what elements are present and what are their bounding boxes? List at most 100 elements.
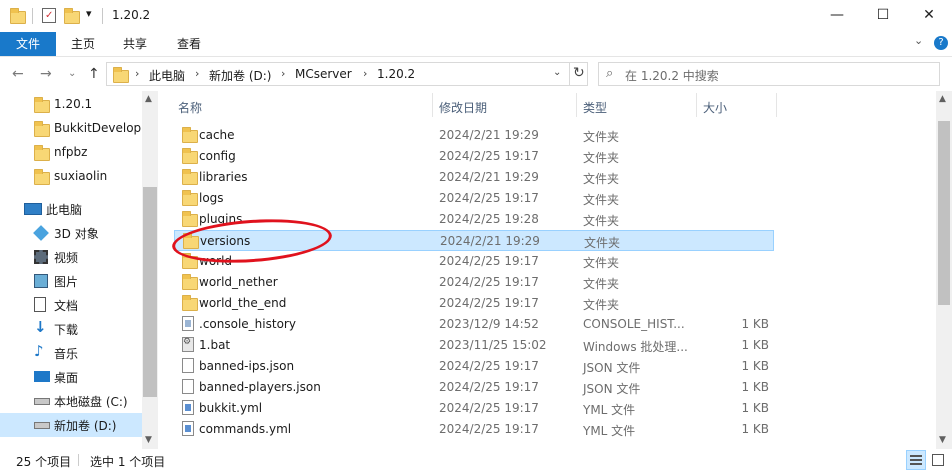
nav-documents[interactable]: 文档	[0, 293, 142, 317]
tab-home[interactable]: 主页	[62, 32, 104, 56]
new-folder-icon[interactable]	[64, 8, 80, 24]
expand-ribbon-icon[interactable]: ⌄	[914, 34, 923, 47]
divider	[102, 8, 103, 24]
properties-icon[interactable]: ✓	[42, 8, 56, 23]
chevron-right-icon[interactable]: ›	[195, 67, 199, 80]
breadcrumb-current[interactable]: 1.20.2	[377, 67, 415, 81]
scroll-up-icon[interactable]: ▲	[145, 94, 152, 104]
forward-button[interactable]: →	[40, 66, 52, 82]
breadcrumb-mcserver[interactable]: MCserver	[295, 67, 352, 81]
file-row[interactable]: .console_history 2023/12/9 14:52 CONSOLE_H…	[174, 314, 774, 335]
nav-desktop[interactable]: 桌面	[0, 365, 142, 389]
search-input[interactable]: ⌕ 在 1.20.2 中搜索	[598, 62, 940, 86]
nav-label: 图片	[54, 275, 79, 289]
column-type[interactable]: 类型	[583, 99, 607, 116]
scroll-down-icon[interactable]: ▼	[145, 435, 152, 445]
column-divider[interactable]	[432, 93, 433, 117]
file-size: 1 KB	[741, 380, 769, 394]
column-name[interactable]: 名称	[178, 99, 202, 116]
file-row[interactable]: config 2024/2/25 19:17 文件夹	[174, 146, 774, 167]
nav-videos[interactable]: 视频	[0, 245, 142, 269]
scroll-up-icon[interactable]: ▲	[939, 94, 946, 104]
maximize-button[interactable]: ☐	[860, 0, 906, 30]
column-divider[interactable]	[776, 93, 777, 117]
file-row[interactable]: bukkit.yml 2024/2/25 19:17 YML 文件 1 KB	[174, 398, 774, 419]
tab-view[interactable]: 查看	[168, 32, 210, 56]
address-history-button[interactable]: ⌄	[553, 67, 561, 78]
file-type: 文件夹	[583, 214, 620, 228]
nav-this-pc[interactable]: 此电脑	[0, 197, 142, 221]
file-list-scrollbar[interactable]: ▲ ▼	[936, 91, 952, 449]
nav-scrollbar[interactable]: ▲ ▼	[142, 91, 158, 449]
nav-downloads[interactable]: ↓ 下载	[0, 317, 142, 341]
column-divider[interactable]	[696, 93, 697, 117]
music-icon: ♪	[34, 342, 44, 360]
file-date: 2023/11/25 15:02	[439, 338, 547, 352]
status-bar: 25 个项目 选中 1 个项目	[0, 449, 952, 471]
nav-music[interactable]: ♪ 音乐	[0, 341, 142, 365]
title-bar: ✓ ▾ 1.20.2 — ☐ ✕	[0, 0, 952, 32]
window-title: 1.20.2	[112, 8, 151, 22]
minimize-button[interactable]: —	[814, 0, 860, 30]
file-row[interactable]: world 2024/2/25 19:17 文件夹	[174, 251, 774, 272]
nav-folder-nfpbz[interactable]: nfpbz	[0, 141, 142, 165]
large-icons-view-button[interactable]	[928, 450, 948, 470]
help-icon[interactable]: ?	[934, 36, 948, 50]
folder-icon	[182, 253, 198, 269]
folder-icon	[10, 8, 26, 24]
file-row[interactable]: commands.yml 2024/2/25 19:17 YML 文件 1 KB	[174, 419, 774, 440]
nav-folder-1201[interactable]: 1.20.1	[0, 93, 142, 117]
nav-folder-bukkitdevelop[interactable]: BukkitDevelop	[0, 117, 142, 141]
close-button[interactable]: ✕	[906, 0, 952, 30]
file-name: commands.yml	[199, 422, 292, 436]
tab-file[interactable]: 文件	[0, 32, 56, 56]
nav-drive-d[interactable]: 新加卷 (D:)	[0, 413, 142, 437]
nav-drive-c[interactable]: 本地磁盘 (C:)	[0, 389, 142, 413]
chevron-right-icon[interactable]: ›	[281, 67, 285, 80]
details-view-button[interactable]	[906, 450, 926, 470]
selection-count: 选中 1 个项目	[90, 455, 166, 469]
file-size: 1 KB	[741, 359, 769, 373]
recent-locations-button[interactable]: ⌄	[68, 68, 76, 79]
download-arrow-icon: ↓	[34, 318, 47, 336]
file-icon	[182, 316, 194, 331]
file-type: YML 文件	[583, 403, 636, 417]
file-row[interactable]: world_nether 2024/2/25 19:17 文件夹	[174, 272, 774, 293]
chevron-right-icon[interactable]: ›	[363, 67, 367, 80]
scroll-down-icon[interactable]: ▼	[939, 435, 946, 445]
refresh-button[interactable]: ↻	[573, 65, 585, 81]
batch-file-icon	[182, 337, 194, 352]
nav-3d-objects[interactable]: 3D 对象	[0, 221, 142, 245]
file-row[interactable]: plugins 2024/2/25 19:28 文件夹	[174, 209, 774, 230]
file-name: world	[199, 254, 233, 268]
chevron-right-icon[interactable]: ›	[135, 67, 139, 80]
file-name: cache	[199, 128, 235, 142]
column-headers: ^ 名称 修改日期 类型 大小	[170, 91, 936, 119]
scroll-thumb[interactable]	[938, 121, 950, 305]
file-name: .console_history	[199, 317, 296, 331]
file-row[interactable]: logs 2024/2/25 19:17 文件夹	[174, 188, 774, 209]
scroll-thumb[interactable]	[143, 187, 157, 397]
file-row[interactable]: libraries 2024/2/21 19:29 文件夹	[174, 167, 774, 188]
breadcrumb-this-pc[interactable]: 此电脑	[149, 67, 185, 84]
customize-quick-access-icon[interactable]: ▾	[86, 7, 92, 20]
nav-pictures[interactable]: 图片	[0, 269, 142, 293]
column-size[interactable]: 大小	[703, 99, 727, 116]
breadcrumb-drive-d[interactable]: 新加卷 (D:)	[209, 67, 271, 84]
file-type: 文件夹	[583, 151, 620, 165]
file-row[interactable]: banned-players.json 2024/2/25 19:17 JSON 文…	[174, 377, 774, 398]
nav-label: 3D 对象	[54, 227, 99, 241]
up-button[interactable]: ↑	[88, 66, 100, 82]
file-row[interactable]: versions 2024/2/21 19:29 文件夹	[174, 230, 774, 251]
file-row[interactable]: banned-ips.json 2024/2/25 19:17 JSON 文件 1 K…	[174, 356, 774, 377]
json-file-icon	[182, 379, 194, 394]
column-divider[interactable]	[576, 93, 577, 117]
file-row[interactable]: cache 2024/2/21 19:29 文件夹	[174, 125, 774, 146]
file-row[interactable]: world_the_end 2024/2/25 19:17 文件夹	[174, 293, 774, 314]
column-date[interactable]: 修改日期	[439, 99, 487, 116]
nav-folder-suxiaolin[interactable]: suxiaolin	[0, 165, 142, 189]
back-button[interactable]: ←	[12, 66, 24, 82]
address-bar[interactable]: › 此电脑 › 新加卷 (D:) › MCserver › 1.20.2 ⌄ ↻	[106, 62, 588, 86]
file-row[interactable]: 1.bat 2023/11/25 15:02 Windows 批处理... 1 KB	[174, 335, 774, 356]
tab-share[interactable]: 共享	[114, 32, 156, 56]
